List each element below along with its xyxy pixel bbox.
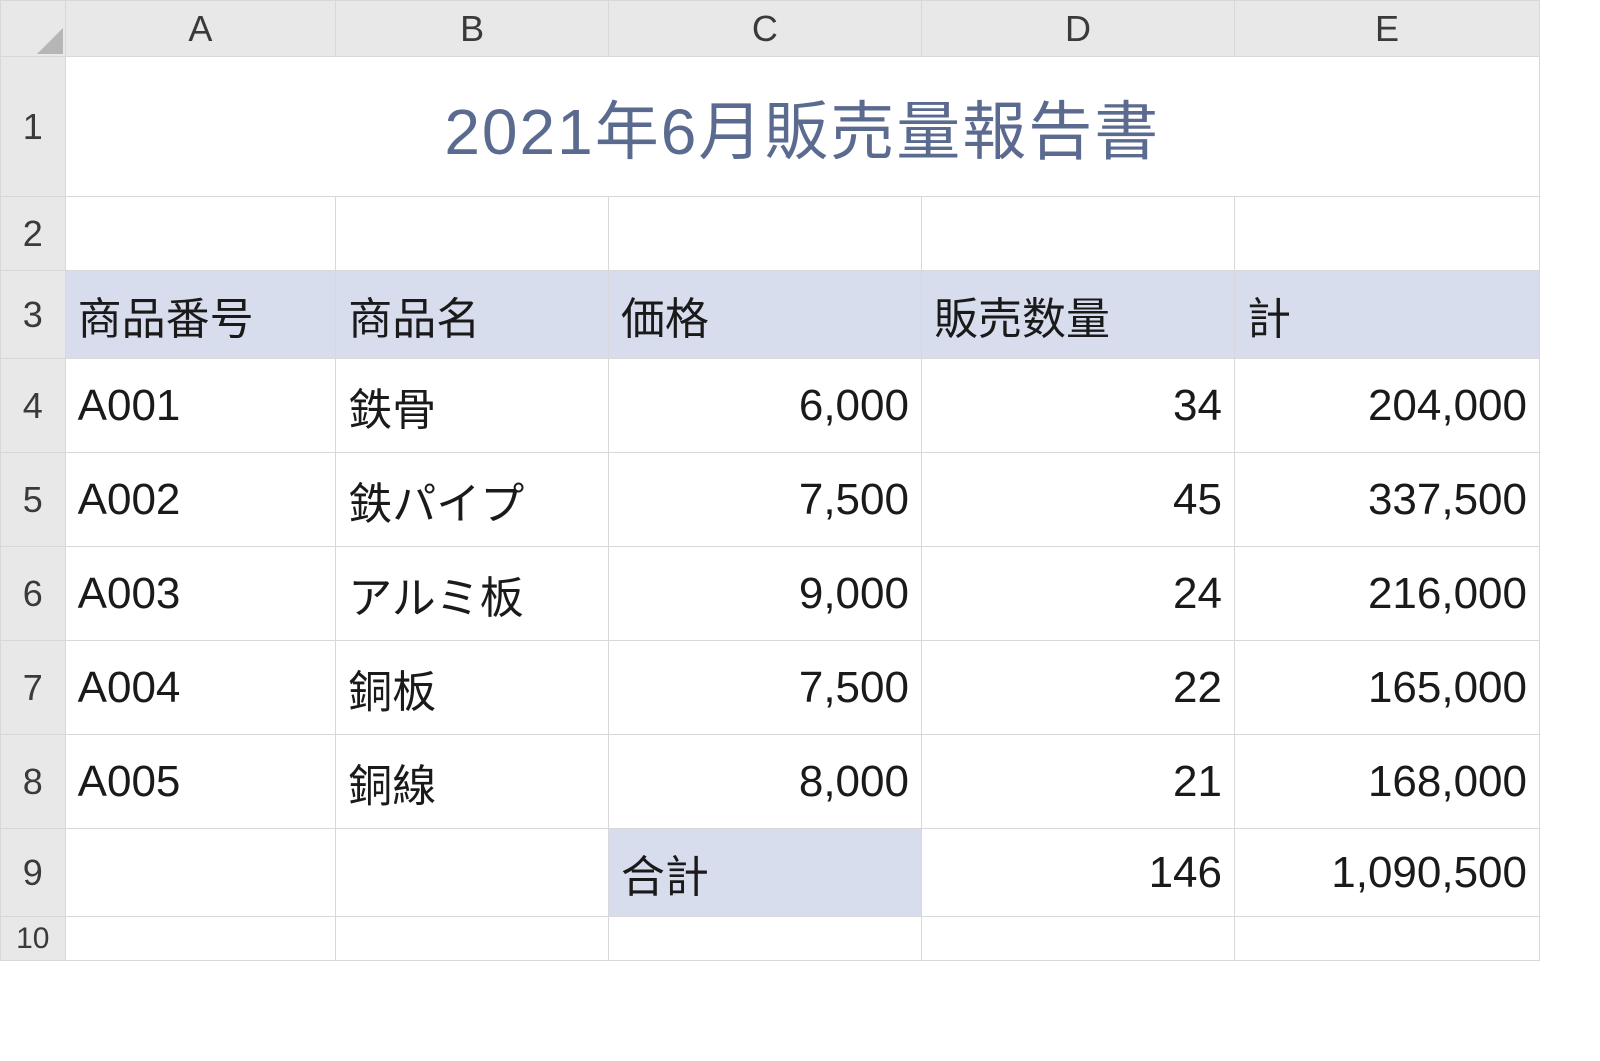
cell-B10[interactable] <box>336 917 609 961</box>
header-total[interactable]: 計 <box>1235 271 1540 359</box>
cell-D6[interactable]: 24 <box>921 547 1234 641</box>
summary-total[interactable]: 1,090,500 <box>1235 829 1540 917</box>
cell-A9[interactable] <box>65 829 336 917</box>
col-header-C[interactable]: C <box>608 1 921 57</box>
col-header-D[interactable]: D <box>921 1 1234 57</box>
cell-D2[interactable] <box>921 197 1234 271</box>
cell-C7[interactable]: 7,500 <box>608 641 921 735</box>
cell-D10[interactable] <box>921 917 1234 961</box>
cell-D4[interactable]: 34 <box>921 359 1234 453</box>
cell-E6[interactable]: 216,000 <box>1235 547 1540 641</box>
row-header-1[interactable]: 1 <box>1 57 66 197</box>
header-qty[interactable]: 販売数量 <box>921 271 1234 359</box>
cell-A5[interactable]: A002 <box>65 453 336 547</box>
col-header-E[interactable]: E <box>1235 1 1540 57</box>
row-header-5[interactable]: 5 <box>1 453 66 547</box>
cell-C10[interactable] <box>608 917 921 961</box>
row-header-2[interactable]: 2 <box>1 197 66 271</box>
select-all-corner[interactable] <box>1 1 66 57</box>
cell-C4[interactable]: 6,000 <box>608 359 921 453</box>
report-title[interactable]: 2021年6月販売量報告書 <box>65 57 1539 197</box>
row-header-3[interactable]: 3 <box>1 271 66 359</box>
cell-A4[interactable]: A001 <box>65 359 336 453</box>
row-header-4[interactable]: 4 <box>1 359 66 453</box>
cell-D8[interactable]: 21 <box>921 735 1234 829</box>
cell-E8[interactable]: 168,000 <box>1235 735 1540 829</box>
summary-label[interactable]: 合計 <box>608 829 921 917</box>
summary-qty[interactable]: 146 <box>921 829 1234 917</box>
row-header-9[interactable]: 9 <box>1 829 66 917</box>
cell-E5[interactable]: 337,500 <box>1235 453 1540 547</box>
cell-E4[interactable]: 204,000 <box>1235 359 1540 453</box>
cell-B6[interactable]: アルミ板 <box>336 547 609 641</box>
row-header-7[interactable]: 7 <box>1 641 66 735</box>
row-header-8[interactable]: 8 <box>1 735 66 829</box>
cell-C2[interactable] <box>608 197 921 271</box>
cell-B2[interactable] <box>336 197 609 271</box>
cell-E10[interactable] <box>1235 917 1540 961</box>
row-header-10[interactable]: 10 <box>1 917 66 961</box>
spreadsheet-grid[interactable]: A B C D E 1 2021年6月販売量報告書 2 3 商品番号 商品名 価… <box>0 0 1540 961</box>
header-product-name[interactable]: 商品名 <box>336 271 609 359</box>
cell-B9[interactable] <box>336 829 609 917</box>
cell-A7[interactable]: A004 <box>65 641 336 735</box>
col-header-B[interactable]: B <box>336 1 609 57</box>
cell-B8[interactable]: 銅線 <box>336 735 609 829</box>
header-price[interactable]: 価格 <box>608 271 921 359</box>
cell-C6[interactable]: 9,000 <box>608 547 921 641</box>
cell-B4[interactable]: 鉄骨 <box>336 359 609 453</box>
header-product-no[interactable]: 商品番号 <box>65 271 336 359</box>
cell-E2[interactable] <box>1235 197 1540 271</box>
cell-A8[interactable]: A005 <box>65 735 336 829</box>
cell-D5[interactable]: 45 <box>921 453 1234 547</box>
cell-E7[interactable]: 165,000 <box>1235 641 1540 735</box>
cell-A10[interactable] <box>65 917 336 961</box>
cell-C8[interactable]: 8,000 <box>608 735 921 829</box>
cell-B7[interactable]: 銅板 <box>336 641 609 735</box>
cell-D7[interactable]: 22 <box>921 641 1234 735</box>
col-header-A[interactable]: A <box>65 1 336 57</box>
cell-A6[interactable]: A003 <box>65 547 336 641</box>
cell-A2[interactable] <box>65 197 336 271</box>
cell-B5[interactable]: 鉄パイプ <box>336 453 609 547</box>
row-header-6[interactable]: 6 <box>1 547 66 641</box>
cell-C5[interactable]: 7,500 <box>608 453 921 547</box>
